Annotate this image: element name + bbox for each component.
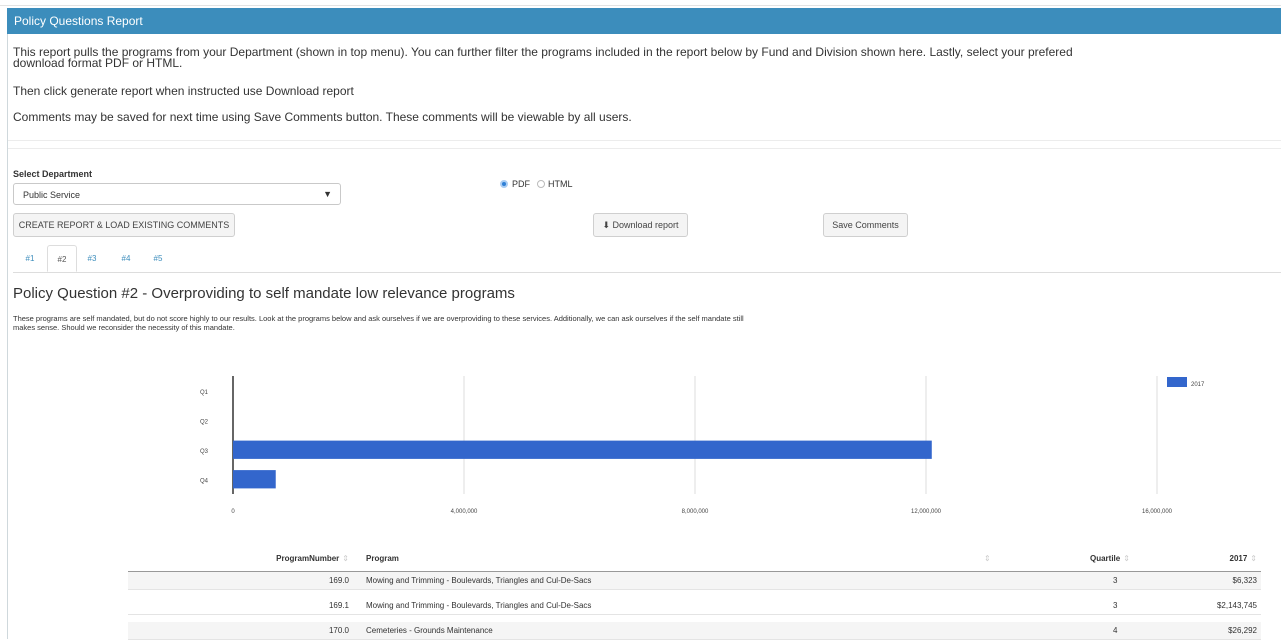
- tab-1[interactable]: #1: [13, 245, 47, 272]
- left-border: [7, 34, 8, 639]
- bar-q4: [233, 470, 276, 489]
- department-select-value: Public Service: [23, 190, 81, 200]
- tab-4[interactable]: #4: [111, 245, 141, 272]
- department-label: Select Department: [13, 169, 93, 179]
- table-header: ProgramNumber ⇕ Program ⇕ Quartile ⇕ 2017 ⇕: [128, 545, 1261, 572]
- intro-line-2: Then click generate report when instruct…: [13, 84, 354, 98]
- cell-programnumber: 170.0: [328, 626, 349, 635]
- download-report-button[interactable]: ⬇ Download report: [593, 213, 688, 237]
- y-tick-label: Q3: [200, 449, 209, 455]
- bar-q3: [233, 440, 932, 459]
- x-tick-label: 16,000,000: [1142, 509, 1173, 515]
- cell-2017: $6,323: [1232, 576, 1257, 585]
- tab-3[interactable]: #3: [77, 245, 107, 272]
- col-quartile[interactable]: Quartile ⇕: [1090, 554, 1130, 563]
- question-description-1: These programs are self mandated, but do…: [13, 314, 744, 323]
- html-radio-label[interactable]: HTML: [548, 179, 573, 189]
- cell-programnumber: 169.1: [328, 601, 349, 610]
- y-tick-label: Q4: [200, 478, 209, 484]
- divider: [8, 148, 1281, 149]
- cell-quartile: 3: [1113, 601, 1118, 610]
- cell-quartile: 4: [1113, 626, 1118, 635]
- question-title: Policy Question #2 - Overproviding to se…: [13, 285, 515, 302]
- intro-line-3: Comments may be saved for next time usin…: [13, 110, 632, 124]
- x-tick-label: 12,000,000: [911, 509, 942, 515]
- cell-program: Mowing and Trimming - Boulevards, Triang…: [366, 576, 592, 585]
- divider: [8, 140, 1281, 141]
- cell-2017: $26,292: [1228, 626, 1257, 635]
- caret-down-icon: ▼: [323, 189, 332, 199]
- intro-line-1b: download format PDF or HTML.: [13, 56, 183, 70]
- col-2017[interactable]: 2017 ⇕: [1230, 554, 1258, 563]
- top-border: [0, 0, 1281, 6]
- sort-icon: ⇕: [1250, 554, 1257, 563]
- create-report-button[interactable]: CREATE REPORT & LOAD EXISTING COMMENTS: [13, 213, 235, 237]
- html-radio[interactable]: [537, 180, 545, 188]
- pdf-radio-label[interactable]: PDF: [512, 179, 530, 189]
- sort-icon[interactable]: ⇕: [984, 554, 991, 563]
- x-tick-label: 8,000,000: [682, 509, 709, 515]
- quartile-bar-chart: 0 4,000,000 8,000,000 12,000,000 16,000,000 Q…: [200, 376, 1205, 515]
- cell-program: Cemeteries - Grounds Maintenance: [366, 626, 493, 635]
- tab-2[interactable]: #2: [47, 245, 77, 272]
- report-header: Policy Questions Report: [7, 8, 1281, 34]
- y-tick-label: Q2: [200, 419, 209, 425]
- x-tick-label: 4,000,000: [451, 509, 478, 515]
- sort-icon: ⇕: [342, 554, 349, 563]
- question-tabs: #1 #2 #3 #4 #5: [13, 245, 1281, 273]
- question-description-2: makes sense. Should we reconsider the ne…: [13, 323, 235, 332]
- download-icon: ⬇: [602, 220, 610, 230]
- tab-5[interactable]: #5: [141, 245, 175, 272]
- pdf-radio[interactable]: [500, 180, 508, 188]
- department-select[interactable]: Public Service ▼: [13, 183, 341, 205]
- save-comments-button[interactable]: Save Comments: [823, 213, 908, 237]
- col-programnumber[interactable]: ProgramNumber ⇕: [276, 554, 349, 563]
- col-program[interactable]: Program: [366, 554, 399, 563]
- cell-2017: $2,143,745: [1216, 601, 1257, 610]
- table-row[interactable]: 170.0 Cemeteries - Grounds Maintenance 4…: [128, 622, 1261, 640]
- x-tick-label: 0: [231, 509, 235, 515]
- cell-program: Mowing and Trimming - Boulevards, Triang…: [366, 601, 592, 610]
- cell-programnumber: 169.0: [328, 576, 349, 585]
- legend-swatch: [1167, 377, 1187, 387]
- legend-label: 2017: [1191, 382, 1205, 388]
- y-tick-label: Q1: [200, 390, 209, 396]
- cell-quartile: 3: [1113, 576, 1118, 585]
- download-report-label: Download report: [612, 220, 679, 230]
- table-row[interactable]: 169.0 Mowing and Trimming - Boulevards, …: [128, 572, 1261, 590]
- sort-icon: ⇕: [1123, 554, 1130, 563]
- table-row[interactable]: 169.1 Mowing and Trimming - Boulevards, …: [128, 597, 1261, 615]
